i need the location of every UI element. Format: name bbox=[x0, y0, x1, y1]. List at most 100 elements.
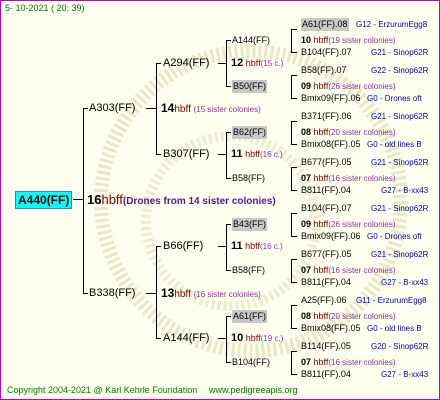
grandparent-note: (19 c.) bbox=[260, 334, 284, 343]
grandparent-queen[interactable]: A294(FF) bbox=[163, 57, 209, 70]
gen4-note: G27 - B-xx43 bbox=[381, 278, 429, 287]
parent-info: 13hbff (16 sister colonies) bbox=[161, 287, 261, 301]
gen4-queen[interactable]: Bmix09(FF).06 bbox=[301, 92, 361, 105]
gen4-queen[interactable]: B104(FF).07 bbox=[301, 202, 352, 215]
gen4-queen[interactable]: B677(FF).05 bbox=[301, 248, 352, 261]
root-note: (Drones from 14 sister colonies) bbox=[122, 196, 276, 207]
ggp-queen[interactable]: B62(FF) bbox=[232, 126, 268, 139]
root-hb: hbff bbox=[101, 192, 123, 207]
ggp-num: 09 bbox=[301, 81, 312, 91]
ggp-num: 09 bbox=[301, 219, 312, 229]
parent-num: 13 bbox=[161, 286, 175, 300]
gen4-queen[interactable]: Bmix08(FF).05 bbox=[301, 322, 361, 335]
gen4-note: G21 - Sinop62R bbox=[371, 250, 429, 259]
ggp-queen[interactable]: B58(FF) bbox=[232, 264, 265, 277]
gen4-note: G21 - Sinop62R bbox=[371, 48, 429, 57]
grandparent-note: (15 c.) bbox=[260, 59, 284, 68]
ggp-hb: hbff bbox=[313, 265, 329, 275]
grandparent-queen[interactable]: B66(FF) bbox=[163, 240, 203, 253]
ggp-hb: hbff bbox=[313, 219, 329, 229]
gen4-note: G20 - Sinop62R bbox=[371, 342, 429, 351]
gen4-queen[interactable]: Bmix08(FF).05 bbox=[301, 138, 361, 151]
ggp-num: 07 bbox=[301, 265, 312, 275]
grandparent-hb: hbff bbox=[245, 241, 261, 251]
date-label: 5- 10-2021 ( 20: 39) bbox=[5, 3, 85, 13]
gen4-queen[interactable]: A61(FF).08 bbox=[301, 18, 349, 31]
gen4-note: G21 - Sinop62R bbox=[371, 204, 429, 213]
parent-info: 14hbff (15 sister colonies) bbox=[161, 102, 261, 116]
gen4-note: G0 - Drones oft bbox=[367, 232, 422, 241]
ggp-hb: hbff bbox=[313, 357, 329, 367]
parent-note: (15 sister colonies) bbox=[193, 105, 261, 114]
grandparent-info: 10 hbff(19 c.) bbox=[231, 332, 283, 345]
root-info: 16hbff(Drones from 14 sister colonies) bbox=[87, 193, 276, 208]
grandparent-note: (16 c.) bbox=[260, 150, 283, 159]
gen4-note: G12 - ErzurumEgg8 bbox=[356, 20, 428, 29]
grandparent-num: 12 bbox=[231, 57, 244, 69]
ggp-num: 10 bbox=[301, 35, 312, 45]
ggp-queen[interactable]: B43(FF) bbox=[232, 218, 268, 231]
gen4-note: G27 - B-xx43 bbox=[381, 370, 429, 379]
gen4-queen[interactable]: B811(FF).04 bbox=[301, 184, 351, 197]
ggp-queen[interactable]: A144(FF) bbox=[232, 34, 270, 47]
gen4-queen[interactable]: B811(FF).04 bbox=[301, 276, 351, 289]
grandparent-hb: hbff bbox=[245, 333, 261, 343]
ggp-hb: hbff bbox=[313, 81, 329, 91]
ggp-note: (16 sister colonies) bbox=[328, 266, 396, 275]
gen4-note: G11 - ErzurumEgg8 bbox=[356, 296, 427, 305]
gen4-note: G21 - Sinop62R bbox=[371, 112, 429, 121]
parent-hb: hbff bbox=[174, 289, 191, 300]
grandparent-num: 10 bbox=[231, 332, 244, 344]
ggp-num: 08 bbox=[301, 311, 312, 321]
gen4-note: G0 - Drones oft bbox=[367, 94, 422, 103]
ggp-queen[interactable]: B58(FF) bbox=[232, 172, 265, 185]
ggp-queen[interactable]: B104(FF) bbox=[232, 356, 270, 369]
parent-queen[interactable]: B338(FF) bbox=[89, 287, 135, 300]
gen4-queen[interactable]: Bmix09(FF).06 bbox=[301, 230, 361, 243]
ggp-note: (16 sister colonies) bbox=[328, 358, 396, 367]
gen4-queen[interactable]: B811(FF).04 bbox=[301, 368, 351, 381]
ggp-hb: hbff bbox=[313, 311, 329, 321]
ggp-hb: hbff bbox=[313, 127, 329, 137]
gen4-queen[interactable]: B371(FF).06 bbox=[301, 110, 352, 123]
pedigree-frame: 5- 10-2021 ( 20: 39) A440(FF) 16hbff(Dro… bbox=[0, 0, 440, 400]
gen4-note: G27 - B-xx43 bbox=[381, 186, 429, 195]
gen4-queen[interactable]: B58(FF).07 bbox=[301, 64, 347, 77]
gen4-queen[interactable]: B677(FF).05 bbox=[301, 156, 352, 169]
parent-queen[interactable]: A303(FF) bbox=[89, 102, 135, 115]
ggp-note: (16 sister colonies) bbox=[328, 174, 396, 183]
root-num: 16 bbox=[87, 192, 102, 207]
grandparent-num: 11 bbox=[231, 240, 243, 252]
grandparent-info: 12 hbff(15 c.) bbox=[231, 57, 283, 70]
ggp-num: 07 bbox=[301, 173, 312, 183]
grandparent-hb: hbff bbox=[245, 149, 261, 159]
grandparent-queen[interactable]: B307(FF) bbox=[163, 148, 209, 161]
grandparent-hb: hbff bbox=[245, 58, 261, 68]
ggp-note: (26 sister colonies) bbox=[328, 82, 396, 91]
ggp-note: (19 sister colonies) bbox=[328, 36, 396, 45]
ggp-hb: hbff bbox=[313, 35, 329, 45]
ggp-queen[interactable]: B50(FF) bbox=[232, 80, 268, 93]
gen4-queen[interactable]: A25(FF).06 bbox=[301, 294, 347, 307]
grandparent-num: 11 bbox=[231, 148, 243, 160]
ggp-queen[interactable]: A61(FF) bbox=[232, 310, 268, 323]
gen4-note: G0 - old lines B bbox=[367, 324, 422, 333]
site-link[interactable]: www.pedigreeapis.org bbox=[209, 384, 298, 397]
parent-note: (16 sister colonies) bbox=[193, 290, 261, 299]
ggp-note: (20 sister colonies) bbox=[328, 128, 396, 137]
grandparent-info: 11 hbff(16 c.) bbox=[231, 148, 283, 161]
gen4-queen[interactable]: B104(FF).07 bbox=[301, 46, 352, 59]
ggp-hb: hbff bbox=[313, 173, 329, 183]
gen4-note: G22 - Sinop62R bbox=[371, 66, 429, 75]
ggp-num: 07 bbox=[301, 357, 312, 367]
copyright-text: Copyright 2004-2021 @ Karl Kehrle Founda… bbox=[7, 385, 198, 395]
gen4-note: G0 - old lines B bbox=[367, 140, 422, 149]
ggp-note: (26 sister colonies) bbox=[328, 220, 396, 229]
parent-hb: hbff bbox=[174, 104, 191, 115]
grandparent-queen[interactable]: A144(FF) bbox=[163, 332, 209, 345]
root-queen[interactable]: A440(FF) bbox=[15, 191, 73, 209]
ggp-note: (20 sister colonies) bbox=[328, 312, 396, 321]
grandparent-info: 11 hbff(16 c.) bbox=[231, 240, 283, 253]
gen4-queen[interactable]: B114(FF).05 bbox=[301, 340, 351, 353]
parent-num: 14 bbox=[161, 101, 175, 115]
